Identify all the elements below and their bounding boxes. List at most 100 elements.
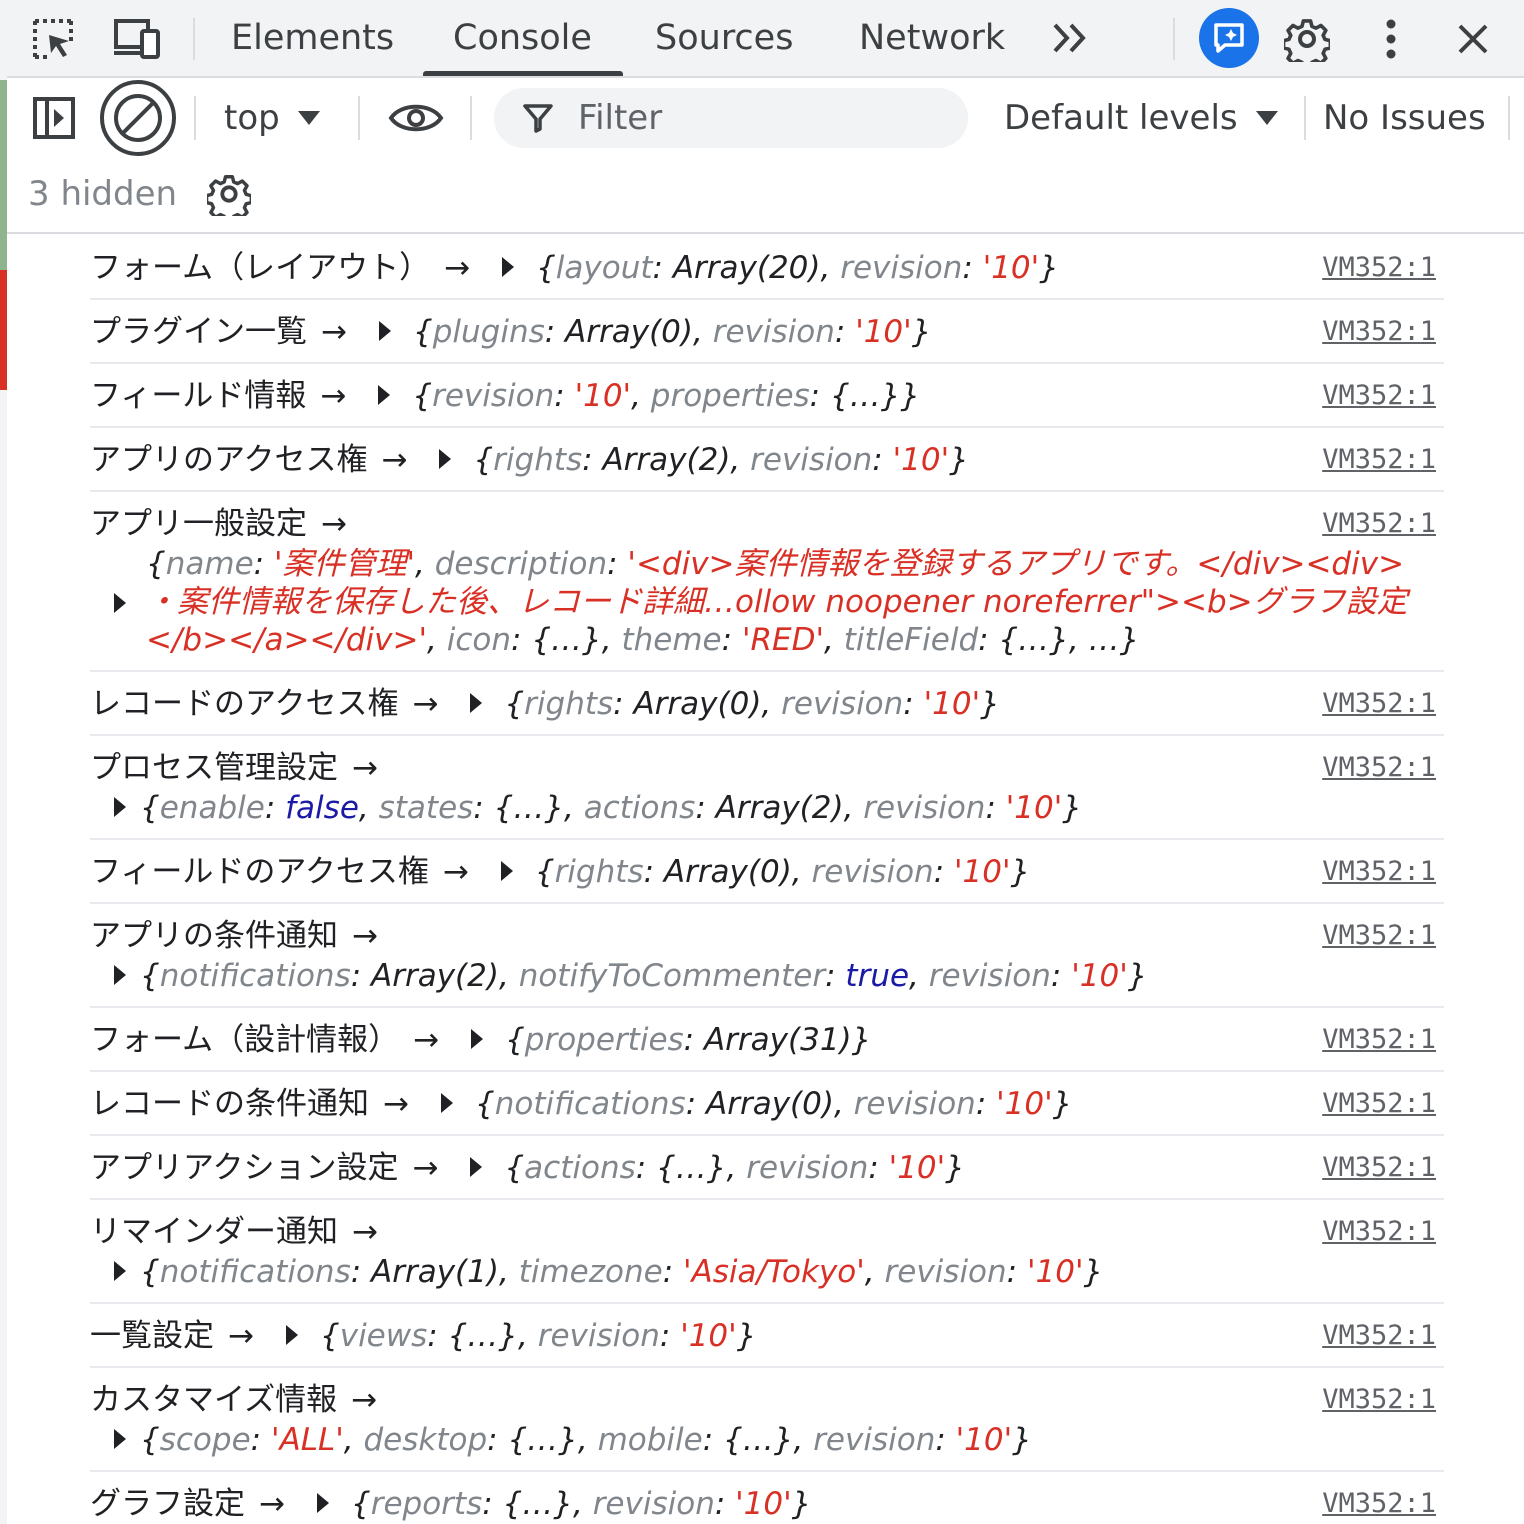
object-line[interactable]: {notifications: Array(1), timezone: 'Asi… — [90, 1253, 1444, 1291]
object-block[interactable]: {name: '案件管理', description: '<div>案件情報を登… — [90, 545, 1444, 659]
devtools-tabbar: Elements Console Sources Network — [7, 0, 1524, 78]
property-key: rights — [524, 686, 614, 722]
source-link[interactable]: VM352:1 — [1322, 505, 1436, 543]
message-label: リマインダー通知 — [90, 1214, 338, 1250]
property-key: enable — [159, 790, 265, 826]
property-key: revision — [811, 854, 934, 890]
source-link[interactable]: VM352:1 — [1322, 1381, 1436, 1419]
context-selector-label: top — [224, 98, 280, 138]
message-label: プロセス管理設定 — [90, 750, 338, 786]
punctuation: } — [949, 442, 969, 478]
expand-triangle-icon[interactable] — [470, 1157, 483, 1177]
string-value: '10' — [574, 378, 632, 414]
punctuation: } — [1052, 1086, 1073, 1122]
object-preview: {revision: '10', properties: {…}} — [412, 378, 920, 414]
live-expression-eye-icon[interactable] — [386, 92, 446, 144]
expand-triangle-icon[interactable] — [316, 1493, 329, 1513]
punctuation: : {…}, — [702, 1422, 814, 1458]
source-link[interactable]: VM352:1 — [1322, 853, 1436, 891]
toolbar-separator-3 — [470, 96, 472, 140]
object-preview: {notifications: Array(0), revision: '10'… — [475, 1086, 1072, 1122]
property-key: revision — [853, 1086, 976, 1122]
console-message: フォーム（設計情報） → {properties: Array(31)} VM352:… — [90, 1008, 1444, 1072]
more-options-icon[interactable] — [1365, 13, 1417, 65]
punctuation: { — [140, 958, 160, 994]
source-link[interactable]: VM352:1 — [1322, 917, 1436, 955]
device-toolbar-icon[interactable] — [111, 13, 163, 65]
source-link[interactable]: VM352:1 — [1322, 1021, 1436, 1059]
toolbar-separator-4 — [1304, 96, 1306, 140]
punctuation: : Array(2), — [695, 790, 864, 826]
object-line[interactable]: {enable: false, states: {…}, actions: Ar… — [90, 789, 1444, 827]
log-levels-dropdown[interactable]: Default levels — [1004, 94, 1278, 142]
property-key: rights — [554, 854, 644, 890]
more-tabs-chevron-icon[interactable] — [1041, 12, 1101, 64]
expand-triangle-icon[interactable] — [114, 797, 126, 817]
source-link[interactable]: VM352:1 — [1322, 1485, 1436, 1523]
log-levels-label: Default levels — [1004, 98, 1238, 138]
clear-console-icon[interactable] — [98, 78, 178, 158]
message-label: プラグイン一覧 — [90, 314, 307, 350]
ai-assistance-icon[interactable] — [1199, 8, 1259, 68]
punctuation: : — [253, 546, 274, 582]
punctuation: { — [504, 686, 525, 722]
sidebar-toggle-icon[interactable] — [28, 92, 80, 144]
object-line[interactable]: {scope: 'ALL', desktop: {…}, mobile: {…}… — [90, 1421, 1444, 1459]
string-value: '10' — [680, 1318, 737, 1354]
expand-triangle-icon[interactable] — [378, 321, 391, 341]
expand-triangle-icon[interactable] — [502, 257, 515, 277]
right-arrow: → — [259, 1486, 285, 1522]
expand-triangle-icon[interactable] — [114, 965, 126, 985]
filter-input[interactable]: Filter — [494, 88, 968, 148]
right-arrow: → — [352, 1214, 378, 1250]
expand-triangle-icon[interactable] — [500, 861, 513, 881]
source-link[interactable]: VM352:1 — [1322, 441, 1436, 479]
expand-triangle-icon[interactable] — [285, 1325, 298, 1345]
string-value: '10' — [735, 1486, 792, 1522]
punctuation: : {…}, — [473, 790, 584, 826]
console-message: フィールドのアクセス権 → {rights: Array(0), revision:… — [90, 840, 1444, 904]
property-key: notifications — [159, 958, 351, 994]
console-settings-gear-icon[interactable] — [205, 170, 253, 218]
property-key: mobile — [597, 1422, 703, 1458]
property-key: revision — [781, 686, 904, 722]
source-link[interactable]: VM352:1 — [1322, 1085, 1436, 1123]
issues-button[interactable]: No Issues — [1323, 94, 1486, 142]
source-link[interactable]: VM352:1 — [1322, 749, 1436, 787]
source-link[interactable]: VM352:1 — [1322, 1213, 1436, 1251]
expand-triangle-icon[interactable] — [114, 593, 126, 613]
tab-sources[interactable]: Sources — [655, 0, 793, 76]
tab-network[interactable]: Network — [859, 0, 1005, 76]
context-selector[interactable]: top — [224, 94, 320, 142]
source-link[interactable]: VM352:1 — [1322, 313, 1436, 351]
source-link[interactable]: VM352:1 — [1322, 377, 1436, 415]
source-link[interactable]: VM352:1 — [1322, 1317, 1436, 1355]
tab-elements[interactable]: Elements — [231, 0, 394, 76]
punctuation: : — [714, 1486, 736, 1522]
tab-console[interactable]: Console — [453, 0, 592, 76]
close-icon[interactable] — [1447, 13, 1499, 65]
expand-triangle-icon[interactable] — [378, 385, 391, 405]
inspect-element-icon[interactable] — [27, 13, 79, 65]
object-line[interactable]: {notifications: Array(2), notifyToCommen… — [90, 957, 1444, 995]
string-value: '10' — [888, 1150, 946, 1186]
console-message: アプリ一般設定 → {name: '案件管理', description: '<di… — [90, 492, 1444, 672]
property-key: revision — [840, 250, 963, 286]
expand-triangle-icon[interactable] — [439, 449, 452, 469]
punctuation: : {…}, — [482, 1486, 593, 1522]
source-link[interactable]: VM352:1 — [1322, 685, 1436, 723]
expand-triangle-icon[interactable] — [470, 693, 483, 713]
punctuation: { — [146, 546, 166, 582]
expand-triangle-icon[interactable] — [471, 1029, 484, 1049]
expand-triangle-icon[interactable] — [114, 1429, 126, 1449]
caret-down-icon — [297, 111, 320, 125]
property-key: revision — [432, 378, 555, 414]
expand-triangle-icon[interactable] — [114, 1261, 126, 1281]
punctuation: { — [350, 1486, 371, 1522]
punctuation: : Array(1), — [350, 1254, 519, 1290]
source-link[interactable]: VM352:1 — [1322, 249, 1436, 287]
source-link[interactable]: VM352:1 — [1322, 1149, 1436, 1187]
message-label: 一覧設定 — [90, 1318, 214, 1354]
settings-gear-icon[interactable] — [1281, 13, 1333, 65]
expand-triangle-icon[interactable] — [440, 1093, 453, 1113]
